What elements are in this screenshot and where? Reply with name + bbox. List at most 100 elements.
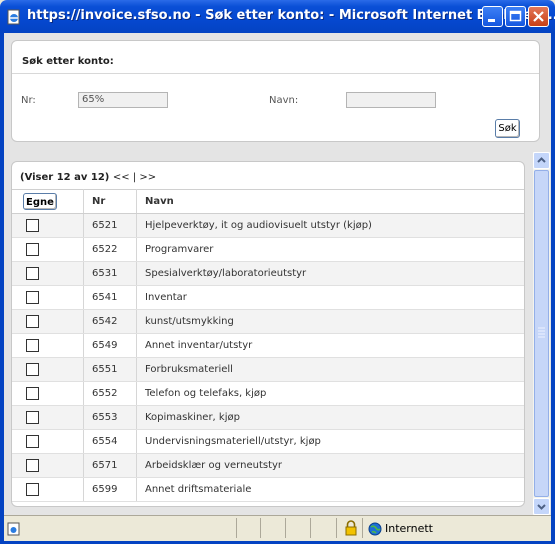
navn-column-header[interactable]: Navn bbox=[136, 189, 524, 214]
select-cell bbox=[12, 285, 84, 310]
account-nr-cell[interactable]: 6549 bbox=[83, 333, 137, 358]
account-name-cell[interactable]: Annet driftsmateriale bbox=[136, 477, 524, 502]
select-cell bbox=[12, 309, 84, 334]
account-nr-cell[interactable]: 6571 bbox=[83, 453, 137, 478]
table-row[interactable]: 6554 Undervisningsmateriell/utstyr, kjøp bbox=[12, 429, 524, 454]
divider bbox=[12, 73, 539, 74]
account-name-cell[interactable]: Inventar bbox=[136, 285, 524, 310]
nr-column-header[interactable]: Nr bbox=[83, 189, 137, 214]
status-divider bbox=[285, 518, 286, 538]
results-panel: (Viser 12 av 12) << | >> Egne Nr Navn 65… bbox=[11, 161, 525, 507]
maximize-icon bbox=[506, 10, 525, 30]
row-checkbox[interactable] bbox=[26, 243, 39, 256]
ie-page-icon bbox=[7, 521, 21, 540]
select-cell bbox=[12, 357, 84, 382]
table-row[interactable]: 6542 kunst/utsmykking bbox=[12, 309, 524, 334]
account-nr-cell[interactable]: 6551 bbox=[83, 357, 137, 382]
row-checkbox[interactable] bbox=[26, 339, 39, 352]
close-button[interactable] bbox=[528, 6, 549, 27]
lock-icon bbox=[344, 520, 358, 540]
table-header-row: Egne Nr Navn bbox=[12, 189, 524, 214]
results-header: (Viser 12 av 12) << | >> bbox=[20, 172, 156, 183]
window-title: https://invoice.sfso.no - Søk etter kont… bbox=[27, 8, 555, 23]
status-bar: Internett bbox=[4, 515, 551, 541]
window-frame-right bbox=[551, 33, 555, 544]
search-panel: Søk etter konto: Nr: 65% Navn: Søk bbox=[11, 40, 540, 142]
vertical-scrollbar[interactable] bbox=[533, 152, 550, 515]
result-count: (Viser 12 av 12) bbox=[20, 172, 110, 183]
row-checkbox[interactable] bbox=[26, 435, 39, 448]
account-name-cell[interactable]: Annet inventar/utstyr bbox=[136, 333, 524, 358]
account-nr-cell[interactable]: 6521 bbox=[83, 213, 137, 238]
row-checkbox[interactable] bbox=[26, 363, 39, 376]
select-cell bbox=[12, 213, 84, 238]
table-row[interactable]: 6522 Programvarer bbox=[12, 237, 524, 262]
table-row[interactable]: 6571 Arbeidsklær og verneutstyr bbox=[12, 453, 524, 478]
search-button[interactable]: Søk bbox=[495, 119, 520, 138]
accounts-table: Egne Nr Navn 6521 Hjelpeverktøy, it og au… bbox=[12, 189, 524, 502]
select-cell bbox=[12, 405, 84, 430]
chevron-down-icon bbox=[534, 499, 549, 515]
scroll-down-button[interactable] bbox=[533, 498, 550, 515]
select-cell bbox=[12, 453, 84, 478]
account-nr-cell[interactable]: 6542 bbox=[83, 309, 137, 334]
egne-button[interactable]: Egne bbox=[23, 193, 57, 210]
account-name-cell[interactable]: Forbruksmateriell bbox=[136, 357, 524, 382]
account-nr-cell[interactable]: 6522 bbox=[83, 237, 137, 262]
close-icon bbox=[529, 11, 548, 30]
status-divider bbox=[362, 518, 363, 538]
account-name-cell[interactable]: kunst/utsmykking bbox=[136, 309, 524, 334]
row-checkbox[interactable] bbox=[26, 291, 39, 304]
table-row[interactable]: 6549 Annet inventar/utstyr bbox=[12, 333, 524, 358]
account-nr-cell[interactable]: 6554 bbox=[83, 429, 137, 454]
account-nr-cell[interactable]: 6541 bbox=[83, 285, 137, 310]
account-name-cell[interactable]: Arbeidsklær og verneutstyr bbox=[136, 453, 524, 478]
account-name-cell[interactable]: Spesialverktøy/laboratorieutstyr bbox=[136, 261, 524, 286]
navn-label: Navn: bbox=[269, 95, 299, 106]
row-checkbox[interactable] bbox=[26, 315, 39, 328]
title-bar[interactable]: https://invoice.sfso.no - Søk etter kont… bbox=[0, 0, 555, 33]
scroll-up-button[interactable] bbox=[533, 152, 550, 169]
select-cell bbox=[12, 381, 84, 406]
security-zone: Internett bbox=[385, 522, 433, 535]
account-nr-cell[interactable]: 6552 bbox=[83, 381, 137, 406]
row-checkbox[interactable] bbox=[26, 459, 39, 472]
select-cell bbox=[12, 261, 84, 286]
account-name-cell[interactable]: Undervisningsmateriell/utstyr, kjøp bbox=[136, 429, 524, 454]
table-row[interactable]: 6552 Telefon og telefaks, kjøp bbox=[12, 381, 524, 406]
table-row[interactable]: 6599 Annet driftsmateriale bbox=[12, 477, 524, 502]
minimize-button[interactable] bbox=[482, 6, 503, 27]
account-name-cell[interactable]: Programvarer bbox=[136, 237, 524, 262]
navn-input[interactable] bbox=[346, 92, 436, 108]
table-row[interactable]: 6553 Kopimaskiner, kjøp bbox=[12, 405, 524, 430]
select-cell bbox=[12, 333, 84, 358]
maximize-button[interactable] bbox=[505, 6, 526, 27]
account-nr-cell[interactable]: 6531 bbox=[83, 261, 137, 286]
table-row[interactable]: 6531 Spesialverktøy/laboratorieutstyr bbox=[12, 261, 524, 286]
row-checkbox[interactable] bbox=[26, 411, 39, 424]
account-nr-cell[interactable]: 6599 bbox=[83, 477, 137, 502]
select-cell bbox=[12, 477, 84, 502]
select-cell bbox=[12, 237, 84, 262]
row-checkbox[interactable] bbox=[26, 267, 39, 280]
account-name-cell[interactable]: Kopimaskiner, kjøp bbox=[136, 405, 524, 430]
row-checkbox[interactable] bbox=[26, 483, 39, 496]
table-row[interactable]: 6551 Forbruksmateriell bbox=[12, 357, 524, 382]
nr-input[interactable]: 65% bbox=[78, 92, 168, 108]
pager-links[interactable]: << | >> bbox=[113, 172, 156, 183]
table-row[interactable]: 6521 Hjelpeverktøy, it og audiovisuelt ut… bbox=[12, 213, 524, 238]
account-name-cell[interactable]: Telefon og telefaks, kjøp bbox=[136, 381, 524, 406]
minimize-icon bbox=[483, 11, 502, 30]
row-checkbox[interactable] bbox=[26, 219, 39, 232]
row-checkbox[interactable] bbox=[26, 387, 39, 400]
status-divider bbox=[236, 518, 237, 538]
table-row[interactable]: 6541 Inventar bbox=[12, 285, 524, 310]
browser-window: https://invoice.sfso.no - Søk etter kont… bbox=[0, 0, 555, 544]
account-name-cell[interactable]: Hjelpeverktøy, it og audiovisuelt utstyr… bbox=[136, 213, 524, 238]
page-content: Søk etter konto: Nr: 65% Navn: Søk (Vise… bbox=[4, 33, 551, 515]
select-cell bbox=[12, 429, 84, 454]
status-divider bbox=[260, 518, 261, 538]
account-nr-cell[interactable]: 6553 bbox=[83, 405, 137, 430]
search-heading: Søk etter konto: bbox=[22, 56, 114, 67]
scroll-thumb[interactable] bbox=[534, 170, 549, 497]
